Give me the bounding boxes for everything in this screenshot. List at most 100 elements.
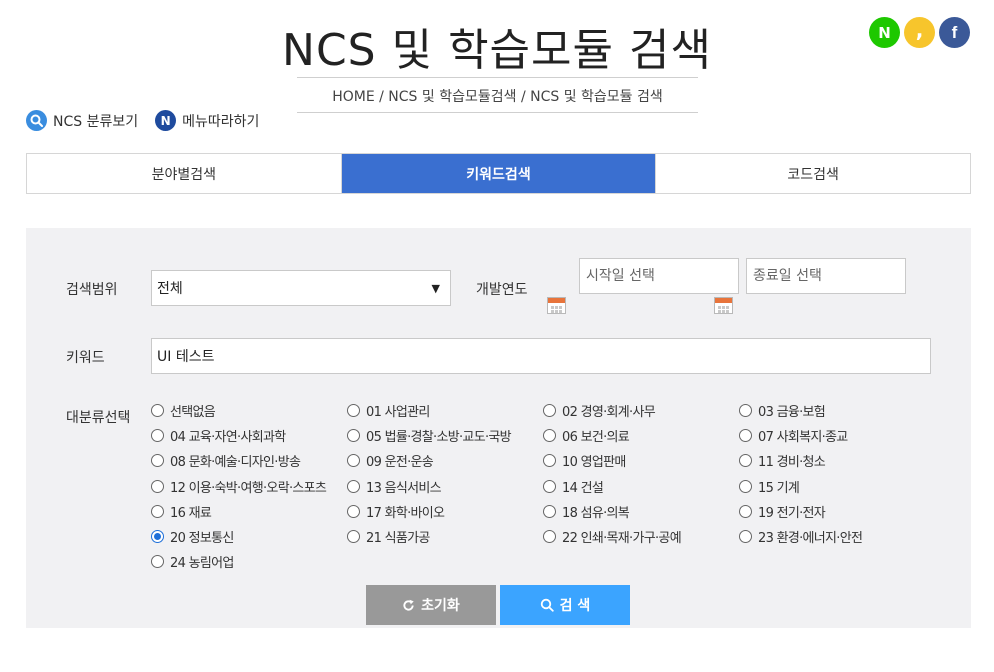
category-radio-option[interactable]: 10 영업판매 <box>543 448 739 473</box>
category-radio-option[interactable]: 02 경영·회계·사무 <box>543 398 739 423</box>
category-radio-label: 03 금융·보험 <box>758 405 826 421</box>
category-radio-label: 02 경영·회계·사무 <box>562 405 656 421</box>
category-radio-option[interactable]: 07 사회복지·종교 <box>739 423 935 448</box>
radio-button[interactable] <box>151 454 164 468</box>
category-radio-option[interactable]: 04 교육·자연·사회과학 <box>151 423 347 448</box>
breadcrumb: HOME / NCS 및 학습모듈검색 / NCS 및 학습모듈 검색 <box>332 89 663 105</box>
category-radio-option[interactable]: 24 농림어업 <box>151 549 347 574</box>
reset-button-label: 초기화 <box>421 598 460 614</box>
facebook-icon: f <box>951 22 958 42</box>
category-radio-option[interactable]: 15 기계 <box>739 474 935 499</box>
tab-keyword-search[interactable]: 키워드검색 <box>340 154 656 193</box>
category-radio-option[interactable]: 21 식품가공 <box>347 524 543 549</box>
category-radio-label: 08 문화·예술·디자인·방송 <box>170 455 301 471</box>
radio-button[interactable] <box>151 404 164 418</box>
radio-button[interactable] <box>151 504 164 518</box>
radio-button[interactable] <box>151 530 164 544</box>
reset-button[interactable]: 초기화 <box>366 585 496 625</box>
search-button[interactable]: 검 색 <box>500 585 630 625</box>
category-radio-option[interactable]: 선택없음 <box>151 398 347 423</box>
category-radio-option[interactable]: 08 문화·예술·디자인·방송 <box>151 448 347 473</box>
radio-button[interactable] <box>347 504 360 518</box>
category-radio-label: 18 섬유·의복 <box>562 505 630 521</box>
scope-label: 검색범위 <box>66 282 118 298</box>
category-radio-label: 15 기계 <box>758 480 800 496</box>
category-radio-label: 14 건설 <box>562 480 604 496</box>
dropdown-arrow-icon: ▼ <box>431 282 440 295</box>
scope-select[interactable]: 전체 ▼ <box>151 270 451 306</box>
radio-button[interactable] <box>543 429 556 443</box>
category-radio-option[interactable]: 06 보건·의료 <box>543 423 739 448</box>
kakao-share-button[interactable]: , <box>904 17 935 48</box>
radio-button[interactable] <box>347 530 360 544</box>
radio-button[interactable] <box>543 404 556 418</box>
ncs-classification-link[interactable]: NCS 분류보기 <box>26 110 138 131</box>
end-calendar-icon[interactable] <box>714 297 733 314</box>
radio-button[interactable] <box>347 404 360 418</box>
category-radio-option[interactable]: 19 전기·전자 <box>739 499 935 524</box>
category-label: 대분류선택 <box>66 410 131 426</box>
category-radio-option[interactable]: 22 인쇄·목재·가구·공예 <box>543 524 739 549</box>
category-radio-option[interactable]: 03 금융·보험 <box>739 398 935 423</box>
category-radio-option[interactable]: 01 사업관리 <box>347 398 543 423</box>
tab-field-search[interactable]: 분야별검색 <box>27 154 341 193</box>
radio-button[interactable] <box>739 429 752 443</box>
category-radio-option[interactable]: 09 운전·운송 <box>347 448 543 473</box>
radio-button[interactable] <box>543 454 556 468</box>
keyword-input[interactable] <box>151 338 931 374</box>
category-radio-label: 24 농림어업 <box>170 556 234 572</box>
start-calendar-icon[interactable] <box>547 297 566 314</box>
category-radio-option[interactable]: 17 화학·바이오 <box>347 499 543 524</box>
page-title: NCS 및 학습모듈 검색 <box>282 25 712 76</box>
search-button-label: 검 색 <box>559 598 591 614</box>
radio-button[interactable] <box>543 504 556 518</box>
menu-follow-link[interactable]: N 메뉴따라하기 <box>155 110 259 131</box>
facebook-share-button[interactable]: f <box>939 17 970 48</box>
category-radio-option[interactable]: 20 정보통신 <box>151 524 347 549</box>
category-radio-label: 23 환경·에너지·안전 <box>758 531 863 547</box>
radio-button[interactable] <box>347 429 360 443</box>
category-radio-option[interactable]: 14 건설 <box>543 474 739 499</box>
search-icon <box>540 598 554 612</box>
radio-button[interactable] <box>347 479 360 493</box>
radio-button[interactable] <box>739 504 752 518</box>
radio-button[interactable] <box>739 479 752 493</box>
category-radio-label: 06 보건·의료 <box>562 430 630 446</box>
category-radio-option[interactable]: 13 음식서비스 <box>347 474 543 499</box>
naver-share-button[interactable]: N <box>869 17 900 48</box>
category-radio-option[interactable]: 18 섬유·의복 <box>543 499 739 524</box>
start-date-input[interactable] <box>579 258 739 294</box>
radio-button[interactable] <box>739 530 752 544</box>
category-radio-option[interactable]: 16 재료 <box>151 499 347 524</box>
title-divider-bottom <box>297 112 698 113</box>
category-radio-option[interactable]: 12 이용·숙박·여행·오락·스포츠 <box>151 474 347 499</box>
menu-follow-label: 메뉴따라하기 <box>182 113 260 130</box>
category-radio-label: 04 교육·자연·사회과학 <box>170 430 286 446</box>
category-radio-label: 20 정보통신 <box>170 531 234 547</box>
radio-button[interactable] <box>151 555 164 569</box>
refresh-icon <box>402 599 415 612</box>
category-radio-label: 17 화학·바이오 <box>366 505 445 521</box>
radio-button[interactable] <box>739 454 752 468</box>
category-radio-option[interactable]: 23 환경·에너지·안전 <box>739 524 935 549</box>
radio-button[interactable] <box>151 429 164 443</box>
category-radio-label: 16 재료 <box>170 505 212 521</box>
radio-button[interactable] <box>347 454 360 468</box>
radio-button[interactable] <box>543 479 556 493</box>
tab-code-search[interactable]: 코드검색 <box>655 154 971 193</box>
category-radio-option[interactable]: 05 법률·경찰·소방·교도·국방 <box>347 423 543 448</box>
scope-select-value: 전체 <box>157 281 183 297</box>
radio-button[interactable] <box>739 404 752 418</box>
category-radio-label: 05 법률·경찰·소방·교도·국방 <box>366 430 512 446</box>
category-radio-label: 13 음식서비스 <box>366 480 442 496</box>
category-radio-label: 22 인쇄·목재·가구·공예 <box>562 531 682 547</box>
category-radio-label: 12 이용·숙박·여행·오락·스포츠 <box>170 480 327 496</box>
end-date-input[interactable] <box>746 258 906 294</box>
category-radio-option[interactable]: 11 경비·청소 <box>739 448 935 473</box>
radio-button[interactable] <box>543 530 556 544</box>
radio-button[interactable] <box>151 479 164 493</box>
quicklinks: NCS 분류보기 N 메뉴따라하기 <box>26 110 276 131</box>
category-radio-label: 21 식품가공 <box>366 531 430 547</box>
keyword-label: 키워드 <box>66 350 105 366</box>
category-radio-label: 01 사업관리 <box>366 405 430 421</box>
